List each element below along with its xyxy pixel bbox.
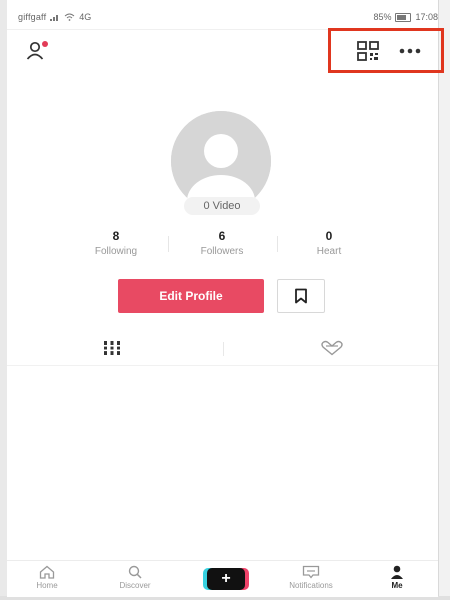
battery-percent: 85% <box>373 12 392 22</box>
following-label: Following <box>94 246 138 257</box>
nav-discover[interactable]: Discover <box>103 565 167 595</box>
network-type: 4G <box>79 12 92 22</box>
favorites-button[interactable] <box>277 279 325 313</box>
nav-me-label: Me <box>391 581 403 590</box>
default-avatar-icon <box>171 111 271 211</box>
nav-me[interactable]: Me <box>365 565 429 595</box>
wifi-icon <box>64 13 75 21</box>
stat-separator <box>168 236 169 252</box>
following-count: 8 <box>112 229 120 243</box>
battery-icon <box>395 12 412 22</box>
notification-dot <box>42 41 48 47</box>
bottom-navigation: Home Discover + Notifications Me <box>7 560 438 597</box>
plus-icon: + <box>207 568 245 590</box>
bookmark-icon <box>295 288 307 304</box>
qr-code-icon <box>357 41 379 61</box>
stat-following[interactable]: 8 Following <box>66 228 166 257</box>
heart-label: Heart <box>316 246 342 257</box>
signal-icon <box>50 15 59 21</box>
liked-heart-icon <box>321 340 343 356</box>
nav-home[interactable]: Home <box>15 565 79 595</box>
stat-followers[interactable]: 6 Followers <box>172 228 272 257</box>
profile-avatar[interactable] <box>171 111 271 211</box>
home-icon <box>39 565 55 579</box>
nav-discover-label: Discover <box>119 581 151 590</box>
device-frame-left <box>0 0 7 600</box>
followers-label: Followers <box>200 246 244 257</box>
nav-notifications[interactable]: Notifications <box>279 565 343 595</box>
more-options-button[interactable] <box>398 44 422 58</box>
stat-separator <box>277 236 278 252</box>
grid-icon <box>102 341 122 355</box>
content-tabs <box>7 333 438 363</box>
carrier-name: giffgaff <box>18 12 47 22</box>
status-right: 85% 17:08 <box>373 12 438 22</box>
stat-heart[interactable]: 0 Heart <box>279 228 379 257</box>
status-left: giffgaff 4G <box>18 12 91 22</box>
add-friends-button[interactable] <box>26 40 52 62</box>
create-video-button[interactable]: + <box>203 568 249 590</box>
video-count-badge: 0 Video <box>184 197 260 215</box>
device-frame-right <box>438 0 450 600</box>
heart-count: 0 <box>325 229 333 243</box>
tab-divider <box>223 342 224 356</box>
nav-home-label: Home <box>36 581 58 590</box>
more-dots-icon <box>399 48 421 54</box>
highlight-annotation <box>328 28 444 73</box>
edit-profile-button[interactable]: Edit Profile <box>118 279 264 313</box>
tabs-divider <box>7 365 438 366</box>
tab-liked[interactable] <box>297 333 367 363</box>
search-icon <box>128 565 142 579</box>
message-icon <box>302 565 320 579</box>
clock: 17:08 <box>415 12 438 22</box>
followers-count: 6 <box>218 229 226 243</box>
nav-notifications-label: Notifications <box>289 581 333 590</box>
person-icon <box>391 565 403 579</box>
qr-code-button[interactable] <box>357 41 379 61</box>
tab-videos[interactable] <box>77 333 147 363</box>
status-bar: giffgaff 4G 85% 17:08 <box>18 9 438 25</box>
